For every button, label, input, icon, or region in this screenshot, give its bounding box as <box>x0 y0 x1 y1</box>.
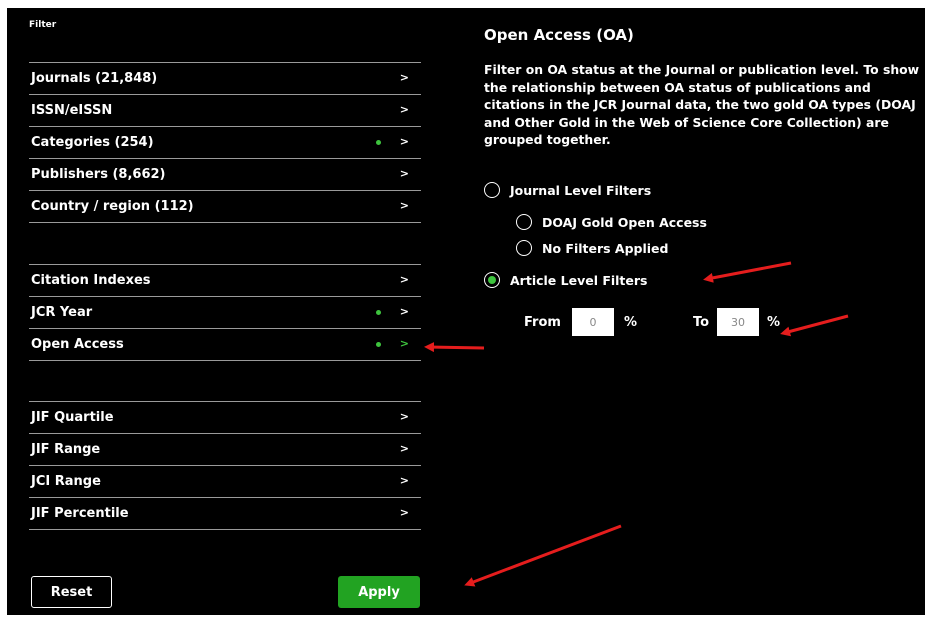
from-unit: % <box>624 315 638 330</box>
article-level-radio[interactable] <box>484 272 500 288</box>
to-unit: % <box>767 315 781 330</box>
to-input[interactable] <box>717 308 759 336</box>
chevron-right-icon: > <box>399 410 409 423</box>
sidebar-item-label: Categories (254) <box>31 135 154 150</box>
chevron-right-icon: > <box>399 71 409 84</box>
filter-group-jif: JIF Quartile > JIF Range > JCI Range > JIF Per… <box>29 401 421 530</box>
to-label: To <box>693 315 710 330</box>
chevron-right-icon: > <box>399 442 409 455</box>
sidebar-item-journals[interactable]: Journals (21,848) > <box>29 62 421 94</box>
chevron-right-icon: > <box>399 474 409 487</box>
filter-sidebar: Filter Journals (21,848) > ISSN/eISSN > Cate… <box>7 8 437 615</box>
journal-level-radio[interactable] <box>484 182 500 198</box>
filter-group-metrics: Citation Indexes > JCR Year > Open Access > <box>29 264 421 361</box>
no-filters-radio[interactable] <box>516 240 532 256</box>
sidebar-item-open-access[interactable]: Open Access > <box>29 328 421 360</box>
divider <box>29 222 421 223</box>
sidebar-item-citation-indexes[interactable]: Citation Indexes > <box>29 264 421 296</box>
article-level-label: Article Level Filters <box>510 272 648 288</box>
no-filters-label: No Filters Applied <box>542 240 669 256</box>
article-level-radio-row[interactable]: Article Level Filters <box>484 272 648 288</box>
panel-title: Open Access (OA) <box>484 26 634 44</box>
active-filter-dot-icon <box>376 310 381 315</box>
sidebar-item-country-region[interactable]: Country / region (112) > <box>29 190 421 222</box>
reset-button[interactable]: Reset <box>31 576 112 608</box>
sidebar-item-label: JIF Quartile <box>31 410 114 425</box>
sidebar-item-issn-eissn[interactable]: ISSN/eISSN > <box>29 94 421 126</box>
sidebar-item-label: Publishers (8,662) <box>31 167 166 182</box>
sidebar-item-label: Country / region (112) <box>31 199 194 214</box>
from-label: From <box>524 315 561 330</box>
sidebar-item-jif-percentile[interactable]: JIF Percentile > <box>29 497 421 529</box>
sidebar-item-jif-quartile[interactable]: JIF Quartile > <box>29 401 421 433</box>
divider <box>29 360 421 361</box>
sidebar-item-jif-range[interactable]: JIF Range > <box>29 433 421 465</box>
active-filter-dot-icon <box>376 342 381 347</box>
doaj-radio-row[interactable]: DOAJ Gold Open Access <box>516 214 707 230</box>
divider <box>29 529 421 530</box>
from-input[interactable] <box>572 308 614 336</box>
chevron-right-icon: > <box>399 273 409 286</box>
sidebar-item-label: ISSN/eISSN <box>31 103 113 118</box>
journal-level-radio-row[interactable]: Journal Level Filters <box>484 182 651 198</box>
sidebar-item-jci-range[interactable]: JCI Range > <box>29 465 421 497</box>
sidebar-item-label: Open Access <box>31 337 124 352</box>
sidebar-item-label: Journals (21,848) <box>31 71 158 86</box>
chevron-right-icon: > <box>399 135 409 148</box>
doaj-label: DOAJ Gold Open Access <box>542 214 707 230</box>
sidebar-item-label: Citation Indexes <box>31 273 151 288</box>
chevron-right-icon: > <box>399 199 409 212</box>
filter-group-main: Journals (21,848) > ISSN/eISSN > Categories … <box>29 62 421 223</box>
chevron-right-icon: > <box>399 167 409 180</box>
sidebar-item-jcr-year[interactable]: JCR Year > <box>29 296 421 328</box>
panel-description: Filter on OA status at the Journal or pu… <box>484 62 920 147</box>
sidebar-item-publishers[interactable]: Publishers (8,662) > <box>29 158 421 190</box>
apply-button[interactable]: Apply <box>338 576 420 608</box>
journal-level-label: Journal Level Filters <box>510 182 652 198</box>
chevron-right-icon: > <box>399 305 409 318</box>
sidebar-item-label: JCR Year <box>31 305 93 320</box>
active-filter-dot-icon <box>376 140 381 145</box>
chevron-right-icon: > <box>399 103 409 116</box>
chevron-right-icon: > <box>399 337 409 350</box>
filter-panel: Filter Journals (21,848) > ISSN/eISSN > Cate… <box>7 8 925 615</box>
sidebar-item-label: JCI Range <box>31 474 101 489</box>
doaj-radio[interactable] <box>516 214 532 230</box>
no-filters-radio-row[interactable]: No Filters Applied <box>516 240 668 256</box>
sidebar-item-label: JIF Range <box>31 442 101 457</box>
chevron-right-icon: > <box>399 506 409 519</box>
filter-title: Filter <box>29 20 57 30</box>
sidebar-item-label: JIF Percentile <box>31 506 129 521</box>
sidebar-item-categories[interactable]: Categories (254) > <box>29 126 421 158</box>
